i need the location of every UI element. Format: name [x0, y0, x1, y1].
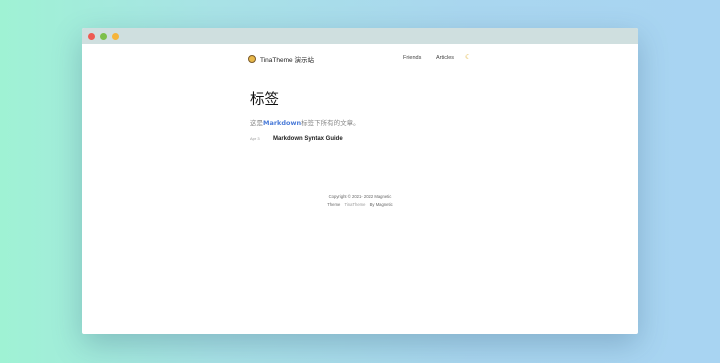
minimize-window-button[interactable]: [100, 33, 107, 40]
nav-link-friends[interactable]: Friends: [403, 55, 421, 61]
page-title: 标签: [250, 92, 279, 108]
site-title-link[interactable]: TinaTheme 演示站: [260, 54, 314, 64]
main-content: 标签 这是Markdown标签下所有的文章。 Apr 3 Markdown Sy…: [250, 88, 480, 142]
site-footer: Copyright © 2021- 2022 Magnetic Theme Ti…: [82, 193, 638, 209]
post-title-link[interactable]: Markdown Syntax Guide: [273, 136, 343, 142]
avatar-icon[interactable]: [248, 55, 256, 63]
desc-suffix: 标签下所有的文章。: [301, 119, 360, 127]
site-header: TinaTheme 演示站 Friends Articles ☾: [82, 52, 638, 66]
theme-label: Theme: [327, 202, 341, 207]
moon-icon[interactable]: ☾: [465, 54, 471, 61]
copyright-text: Copyright © 2021- 2022 Magnetic: [328, 194, 392, 199]
browser-window: TinaTheme 演示站 Friends Articles ☾ 标签 这是Ma…: [82, 28, 638, 334]
desc-prefix: 这是: [250, 119, 263, 127]
tag-name: Markdown: [263, 119, 302, 127]
maximize-window-button[interactable]: [112, 33, 119, 40]
theme-link[interactable]: TinaTheme: [344, 202, 365, 207]
post-list-item: Apr 3 Markdown Syntax Guide: [250, 136, 480, 142]
tag-description: 这是Markdown标签下所有的文章。: [250, 117, 480, 127]
footer-credits: Theme TinaTheme By Magnetic: [82, 201, 638, 209]
author-credit: By Magnetic: [369, 202, 393, 207]
nav-link-articles[interactable]: Articles: [436, 55, 454, 61]
close-window-button[interactable]: [88, 33, 95, 40]
window-titlebar: [82, 28, 638, 44]
post-date: Apr 3: [250, 136, 260, 141]
